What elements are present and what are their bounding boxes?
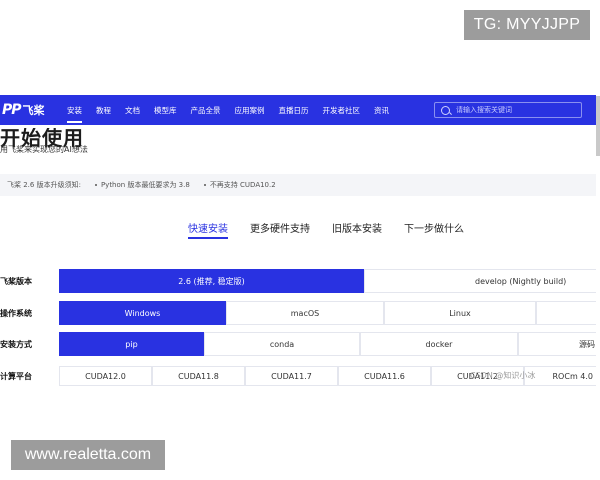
os-option-more[interactable]	[536, 301, 596, 325]
csdn-watermark: CSDN @知识小冰	[470, 371, 536, 380]
paddle-logo[interactable]: PP 飞桨	[0, 95, 60, 125]
tab-quick-install[interactable]: 快速安装	[188, 220, 228, 239]
os-row: 操作系统 Windows macOS Linux	[0, 301, 596, 325]
row-label: 操作系统	[0, 308, 32, 318]
nav-item-news[interactable]: 资讯	[367, 95, 396, 125]
platform-option-cuda116[interactable]: CUDA11.6	[338, 366, 431, 386]
version-row: 飞桨版本 2.6 (推荐, 稳定版) develop (Nightly buil…	[0, 269, 596, 293]
row-label: 安装方式	[0, 339, 32, 349]
logo-mark: PP	[2, 102, 22, 118]
search-placeholder: 请输入搜索关键词	[456, 106, 512, 114]
platform-option-cuda120[interactable]: CUDA12.0	[59, 366, 152, 386]
tab-old-versions[interactable]: 旧版本安装	[332, 220, 382, 239]
nav-item-tutorial[interactable]: 教程	[89, 95, 118, 125]
os-option-linux[interactable]: Linux	[384, 301, 536, 325]
nav-item-live[interactable]: 直播日历	[272, 95, 316, 125]
nav-item-cases[interactable]: 应用案例	[228, 95, 272, 125]
nav-menu: 安装 教程 文档 模型库 产品全景 应用案例 直播日历 开发者社区 资讯	[60, 95, 396, 125]
upgrade-notice: 飞桨 2.6 版本升级须知: Python 版本最低要求为 3.8 不再支持 C…	[0, 174, 596, 196]
install-tabs: 快速安装 更多硬件支持 旧版本安装 下一步做什么	[188, 220, 486, 239]
method-option-docker[interactable]: docker	[360, 332, 518, 356]
paddle-install-page: PP 飞桨 安装 教程 文档 模型库 产品全景 应用案例 直播日历 开发者社区 …	[0, 92, 596, 388]
nav-item-community[interactable]: 开发者社区	[316, 95, 368, 125]
tab-next-steps[interactable]: 下一步做什么	[404, 220, 464, 239]
method-option-source[interactable]: 源码	[518, 332, 596, 356]
bullet-icon	[203, 183, 206, 186]
notice-item: Python 版本最低要求为 3.8	[100, 181, 190, 189]
nav-item-docs[interactable]: 文档	[118, 95, 147, 125]
version-option-stable[interactable]: 2.6 (推荐, 稳定版)	[59, 269, 364, 293]
top-navbar: PP 飞桨 安装 教程 文档 模型库 产品全景 应用案例 直播日历 开发者社区 …	[0, 95, 596, 125]
bullet-icon	[94, 183, 97, 186]
row-label: 计算平台	[0, 371, 32, 381]
watermark-bottom: www.realetta.com	[11, 440, 165, 470]
os-option-windows[interactable]: Windows	[59, 301, 226, 325]
search-icon	[441, 105, 450, 115]
tab-more-hardware[interactable]: 更多硬件支持	[250, 220, 310, 239]
nav-item-models[interactable]: 模型库	[147, 95, 184, 125]
watermark-top: TG: MYYJJPP	[464, 10, 590, 40]
notice-item: 飞桨 2.6 版本升级须知:	[7, 181, 81, 189]
version-option-develop[interactable]: develop (Nightly build)	[364, 269, 596, 293]
platform-option-cuda118[interactable]: CUDA11.8	[152, 366, 245, 386]
logo-text: 飞桨	[22, 104, 45, 117]
nav-item-install[interactable]: 安装	[60, 95, 89, 125]
nav-item-products[interactable]: 产品全景	[184, 95, 228, 125]
row-label: 飞桨版本	[0, 276, 32, 286]
notice-item: 不再支持 CUDA10.2	[209, 181, 276, 189]
method-row: 安装方式 pip conda docker 源码	[0, 332, 596, 356]
page-subtitle: 用飞桨来实现您的AI想法	[0, 145, 88, 154]
method-option-conda[interactable]: conda	[204, 332, 360, 356]
method-option-pip[interactable]: pip	[59, 332, 204, 356]
platform-option-cuda117[interactable]: CUDA11.7	[245, 366, 338, 386]
scrollbar[interactable]	[596, 96, 600, 156]
os-option-macos[interactable]: macOS	[226, 301, 384, 325]
search-input[interactable]: 请输入搜索关键词	[434, 102, 582, 118]
